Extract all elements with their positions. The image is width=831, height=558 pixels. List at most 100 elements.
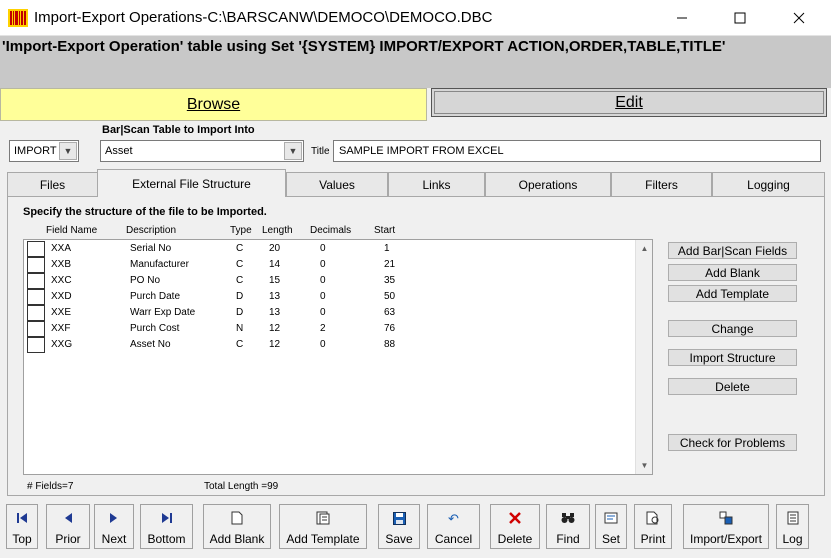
decimals-cell: 0 xyxy=(320,259,326,270)
table-row[interactable]: XXF Purch Cost N 12 2 76 xyxy=(27,321,627,337)
table-row[interactable]: XXD Purch Date D 13 0 50 xyxy=(27,289,627,305)
import-table-select[interactable]: Asset ▼ xyxy=(100,140,304,162)
cancel-record-button[interactable]: ↶ Cancel xyxy=(427,504,480,549)
table-row[interactable]: XXA Serial No C 20 0 1 xyxy=(27,241,627,257)
delete-record-button[interactable]: Delete xyxy=(490,504,540,549)
red-x-icon xyxy=(507,510,523,526)
import-export-icon xyxy=(718,510,734,526)
add-blank-record-button[interactable]: Add Blank xyxy=(203,504,271,549)
import-export-button[interactable]: Import/Export xyxy=(683,504,769,549)
top-record-label: Top xyxy=(12,532,32,546)
prior-record-button[interactable]: Prior xyxy=(46,504,90,549)
change-field-button[interactable]: Change xyxy=(668,320,797,337)
row-select-box[interactable] xyxy=(27,321,45,337)
row-select-box[interactable] xyxy=(27,289,45,305)
description-cell: Manufacturer xyxy=(130,259,189,270)
tab-links[interactable]: Links xyxy=(388,172,485,196)
description-cell: Purch Cost xyxy=(130,323,180,334)
col-header-type: Type xyxy=(230,225,252,236)
first-record-icon xyxy=(14,510,30,526)
chevron-down-icon[interactable]: ▼ xyxy=(284,142,302,160)
col-header-field-name: Field Name xyxy=(46,225,98,236)
col-header-length: Length xyxy=(262,225,293,236)
structure-field-list[interactable]: XXA Serial No C 20 0 1 XXB Manufacturer C 14 0 21 XX… xyxy=(23,239,653,475)
minimize-button[interactable] xyxy=(659,0,705,36)
length-cell: 13 xyxy=(269,291,281,302)
tab-external-file-structure[interactable]: External File Structure xyxy=(97,169,286,197)
close-button[interactable] xyxy=(776,0,822,36)
row-select-box[interactable] xyxy=(27,305,45,321)
next-record-label: Next xyxy=(101,532,127,546)
barscan-app-icon xyxy=(8,9,28,27)
table-row[interactable]: XXC PO No C 15 0 35 xyxy=(27,273,627,289)
top-record-button[interactable]: Top xyxy=(6,504,38,549)
set-order-button[interactable]: Set xyxy=(595,504,627,549)
add-template-field-button[interactable]: Add Template xyxy=(668,285,797,302)
maximize-button[interactable] xyxy=(717,0,763,36)
find-record-label: Find xyxy=(556,532,580,546)
operation-type-value: IMPORT xyxy=(14,145,57,157)
maximize-icon xyxy=(734,12,746,24)
tab-values[interactable]: Values xyxy=(286,172,388,196)
scroll-down-icon[interactable]: ▼ xyxy=(636,457,653,474)
chevron-down-icon[interactable]: ▼ xyxy=(59,142,77,160)
add-blank-field-button[interactable]: Add Blank xyxy=(668,264,797,281)
row-select-box[interactable] xyxy=(27,257,45,273)
decimals-cell: 0 xyxy=(320,275,326,286)
close-icon xyxy=(793,12,805,24)
tab-files[interactable]: Files xyxy=(7,172,98,196)
table-row[interactable]: XXG Asset No C 12 0 88 xyxy=(27,337,627,353)
vertical-scrollbar[interactable]: ▲ ▼ xyxy=(635,240,652,474)
log-button[interactable]: Log xyxy=(776,504,809,549)
save-record-label: Save xyxy=(385,532,413,546)
field-name-cell: XXE xyxy=(51,307,72,318)
browse-mode-button[interactable]: Browse xyxy=(0,88,427,121)
description-cell: Serial No xyxy=(130,243,172,254)
add-template-record-label: Add Template xyxy=(286,532,360,546)
next-record-button[interactable]: Next xyxy=(94,504,134,549)
field-name-cell: XXB xyxy=(51,259,72,270)
check-for-problems-button[interactable]: Check for Problems xyxy=(668,434,797,451)
title-label: Title xyxy=(311,146,330,157)
col-header-decimals: Decimals xyxy=(310,225,352,236)
field-name-cell: XXA xyxy=(51,243,72,254)
tab-operations[interactable]: Operations xyxy=(485,172,611,196)
field-name-cell: XXF xyxy=(51,323,71,334)
add-blank-record-label: Add Blank xyxy=(209,532,265,546)
window-title-bar[interactable]: Import-Export Operations-C:\BARSCANW\DEM… xyxy=(0,0,831,36)
add-template-record-button[interactable]: Add Template xyxy=(279,504,367,549)
operation-type-select[interactable]: IMPORT ▼ xyxy=(9,140,79,162)
table-row[interactable]: XXE Warr Exp Date D 13 0 63 xyxy=(27,305,627,321)
length-cell: 20 xyxy=(269,243,281,254)
scroll-up-icon[interactable]: ▲ xyxy=(636,240,653,257)
row-select-box[interactable] xyxy=(27,337,45,353)
col-header-start: Start xyxy=(374,225,396,236)
row-select-box[interactable] xyxy=(27,273,45,289)
total-length: Total Length =99 xyxy=(204,481,279,492)
print-button[interactable]: Print xyxy=(634,504,672,549)
description-cell: Purch Date xyxy=(130,291,181,302)
structure-instruction: Specify the structure of the file to be … xyxy=(23,206,267,218)
new-document-icon xyxy=(229,510,245,526)
edit-mode-button[interactable]: Edit xyxy=(431,88,827,117)
find-record-button[interactable]: Find xyxy=(546,504,590,549)
title-input[interactable]: SAMPLE IMPORT FROM EXCEL xyxy=(333,140,821,162)
row-select-box[interactable] xyxy=(27,241,45,257)
save-record-button[interactable]: Save xyxy=(378,504,420,549)
import-structure-button[interactable]: Import Structure xyxy=(668,349,797,366)
prior-record-label: Prior xyxy=(55,532,81,546)
set-order-icon xyxy=(603,510,619,526)
start-cell: 1 xyxy=(384,243,390,254)
table-row[interactable]: XXB Manufacturer C 14 0 21 xyxy=(27,257,627,273)
length-cell: 12 xyxy=(269,323,281,334)
table-info-text: 'Import-Export Operation' table using Se… xyxy=(2,38,726,55)
log-icon xyxy=(785,510,801,526)
tab-logging[interactable]: Logging xyxy=(712,172,825,196)
field-name-cell: XXD xyxy=(51,291,72,302)
tab-filters[interactable]: Filters xyxy=(611,172,712,196)
decimals-cell: 2 xyxy=(320,323,326,334)
start-cell: 63 xyxy=(384,307,396,318)
delete-field-button[interactable]: Delete xyxy=(668,378,797,395)
bottom-record-button[interactable]: Bottom xyxy=(140,504,193,549)
add-barscan-fields-button[interactable]: Add Bar|Scan Fields xyxy=(668,242,797,259)
